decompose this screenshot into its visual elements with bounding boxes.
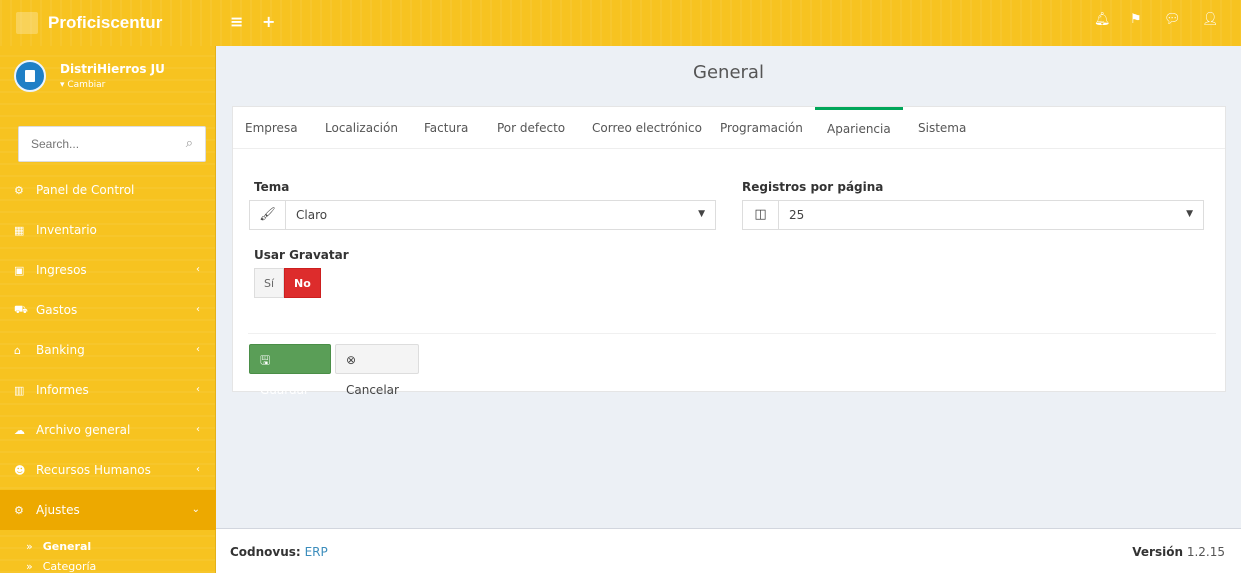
sidebar-subitem-categoria[interactable]: » Categoría — [0, 556, 216, 573]
sidebar-item-label: Ajustes — [36, 503, 80, 517]
sidebar-item-label: Ingresos — [36, 263, 87, 277]
double-chevron-right-icon: » — [26, 559, 33, 573]
bell-icon[interactable]: 🔔︎ — [1094, 12, 1111, 27]
footer: Codnovus: ERP Versión 1.2.15 — [216, 528, 1241, 573]
settings-tabs: Empresa Localización Factura Por defecto… — [233, 107, 1225, 149]
tab-correo-electronico[interactable]: Correo electrónico — [580, 107, 714, 149]
chevron-left-icon: ‹ — [196, 304, 200, 315]
chat-icon[interactable]: 💬︎ — [1164, 12, 1181, 27]
chevron-left-icon: ‹ — [196, 344, 200, 355]
gravatar-no-button[interactable]: No — [284, 268, 321, 298]
sidebar-item-gastos[interactable]: ⛟ Gastos ‹ — [0, 290, 216, 330]
form-divider — [248, 333, 1216, 334]
sidebar-item-archivo-general[interactable]: ☁ Archivo general ‹ — [0, 410, 216, 450]
cart-icon: ⛟ — [14, 302, 28, 316]
sidebar-item-label: Informes — [36, 383, 89, 397]
sidebar-item-panel-de-control[interactable]: ⚙ Panel de Control — [0, 170, 216, 210]
floppy-disk-icon: 🖫 — [260, 353, 271, 367]
sidebar: DistriHierros JU ▾ Cambiar ⌕ ⚙ Panel de … — [0, 46, 216, 573]
columns-icon: ◫ — [743, 201, 779, 229]
footer-erp-link[interactable]: ERP — [305, 545, 328, 559]
gravatar-label: Usar Gravatar — [254, 248, 349, 262]
tab-localizacion[interactable]: Localización — [313, 107, 410, 149]
footer-credit: Codnovus: ERP — [230, 545, 328, 559]
sidebar-item-label: Recursos Humanos — [36, 463, 151, 477]
registros-select[interactable]: ◫ 25 ▼ — [742, 200, 1204, 230]
gravatar-toggle: Sí No — [254, 268, 321, 298]
tema-value: Claro — [296, 208, 328, 222]
version-number: 1.2.15 — [1186, 545, 1225, 559]
page-title: General — [693, 62, 764, 83]
tema-select[interactable]: 🖌︎ Claro ▼ — [249, 200, 716, 230]
tab-sistema[interactable]: Sistema — [906, 107, 978, 149]
sidebar-item-ajustes[interactable]: ⚙ Ajustes ⌄ — [0, 490, 216, 530]
cubes-icon: ▦ — [14, 223, 25, 237]
chevron-left-icon: ‹ — [196, 424, 200, 435]
chevron-left-icon: ‹ — [196, 464, 200, 475]
sidebar-item-recursos-humanos[interactable]: ☻ Recursos Humanos ‹ — [0, 450, 216, 490]
sidebar-search: ⌕ — [18, 126, 206, 162]
sidebar-subitem-general[interactable]: » General — [0, 536, 216, 556]
sidebar-nav: ⚙ Panel de Control ▦ Inventario ▣ Ingres… — [0, 170, 216, 573]
brand-title: Proficiscentur — [48, 13, 163, 32]
switch-company-link[interactable]: ▾ Cambiar — [60, 80, 165, 90]
tab-programacion[interactable]: Programación — [708, 107, 815, 149]
search-icon[interactable]: ⌕ — [186, 136, 193, 151]
company-name: DistriHierros JU — [60, 62, 165, 76]
user-icon[interactable]: 👤︎ — [1202, 12, 1219, 27]
dashboard-icon: ⚙ — [14, 183, 24, 197]
tab-apariencia[interactable]: Apariencia — [815, 107, 903, 149]
cancel-button[interactable]: ⊗ Cancelar — [335, 344, 419, 397]
registros-label: Registros por página — [742, 180, 884, 194]
flag-icon[interactable]: ⚑ — [1130, 12, 1142, 27]
sidebar-subitem-label: Categoría — [42, 559, 97, 573]
cogs-icon: ⚙ — [14, 503, 24, 517]
tab-factura[interactable]: Factura — [412, 107, 480, 149]
cloud-icon: ☁ — [14, 423, 25, 437]
double-chevron-right-icon: » — [26, 539, 33, 553]
caret-down-icon: ▼ — [698, 209, 705, 219]
sidebar-item-ingresos[interactable]: ▣ Ingresos ‹ — [0, 250, 216, 290]
company-switcher[interactable]: DistriHierros JU ▾ Cambiar — [14, 60, 165, 92]
paintbrush-icon: 🖌︎ — [250, 201, 286, 229]
sidebar-item-banking[interactable]: ⌂ Banking ‹ — [0, 330, 216, 370]
save-button-label: Guardar — [260, 383, 309, 397]
plus-icon[interactable]: + — [262, 12, 275, 31]
bar-chart-icon: ▥ — [14, 383, 25, 397]
tab-empresa[interactable]: Empresa — [233, 107, 310, 149]
registros-value: 25 — [789, 208, 805, 222]
caret-down-icon: ▼ — [1186, 209, 1193, 219]
chevron-left-icon: ‹ — [196, 384, 200, 395]
tab-por-defecto[interactable]: Por defecto — [485, 107, 577, 149]
sidebar-item-label: Inventario — [36, 223, 97, 237]
sidebar-item-label: Banking — [36, 343, 85, 357]
tema-label: Tema — [254, 180, 290, 194]
chevron-down-icon: ⌄ — [191, 504, 200, 515]
gravatar-yes-button[interactable]: Sí — [254, 268, 285, 298]
save-button[interactable]: 🖫 Guardar — [249, 344, 331, 397]
menu-icon[interactable]: ≡ — [230, 12, 243, 31]
company-avatar — [14, 60, 46, 92]
brand-mark-icon — [16, 12, 38, 34]
times-circle-icon: ⊗ — [346, 353, 357, 367]
sidebar-item-label: Archivo general — [36, 423, 131, 437]
money-icon: ▣ — [14, 263, 25, 277]
version-label: Versión — [1132, 545, 1183, 559]
sidebar-item-label: Panel de Control — [36, 183, 135, 197]
footer-company: Codnovus: — [230, 545, 301, 559]
footer-version: Versión 1.2.15 — [1132, 545, 1225, 559]
bank-icon: ⌂ — [14, 343, 21, 357]
sidebar-item-inventario[interactable]: ▦ Inventario — [0, 210, 216, 250]
brand-logo[interactable]: Proficiscentur — [16, 6, 216, 40]
top-navbar: Proficiscentur ≡ + 🔔︎ ⚑ 💬︎ 👤︎ — [0, 0, 1241, 46]
cancel-button-label: Cancelar — [346, 383, 399, 397]
users-icon: ☻ — [14, 463, 26, 477]
search-input[interactable] — [19, 127, 169, 161]
sidebar-item-label: Gastos — [36, 303, 78, 317]
chevron-left-icon: ‹ — [196, 264, 200, 275]
sidebar-item-informes[interactable]: ▥ Informes ‹ — [0, 370, 216, 410]
sidebar-subitem-label: General — [42, 539, 92, 553]
